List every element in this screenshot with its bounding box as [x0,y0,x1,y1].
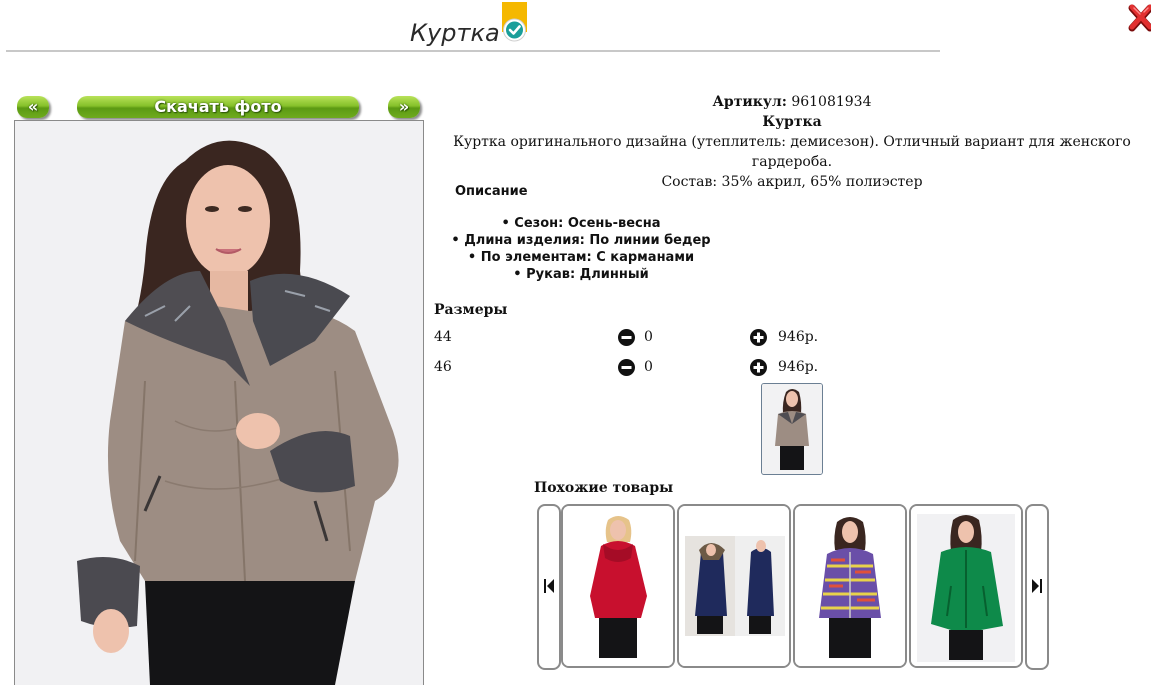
plus-circle-icon[interactable] [750,359,767,376]
quantity-value: 0 [644,359,653,375]
article-label: Артикул: [712,94,787,110]
article-value: 961081934 [791,94,872,110]
feature-text: Длина изделия: По линии бедер [464,233,711,248]
feature-text: Сезон: Осень-весна [514,216,661,231]
similar-product-card[interactable] [793,504,907,668]
download-photo-button[interactable]: Скачать фото [77,96,359,118]
description-title: Описание [455,184,528,199]
price-value: 946р. [778,329,819,345]
plus-circle-icon[interactable] [750,329,767,346]
feature-item: • Длина изделия: По линии бедер [451,233,711,248]
product-name-text: Куртка [762,114,822,130]
header-divider [6,50,940,52]
product-description: Куртка оригинального дизайна (утеплитель… [453,134,1131,170]
feature-item: • Сезон: Осень-весна [501,216,661,231]
similar-prev-button[interactable] [537,504,561,670]
article-line: Артикул: 961081934 [436,92,1148,112]
minus-circle-icon[interactable] [618,359,635,376]
size-row: 46 0 946р. [434,359,834,379]
similar-product-card[interactable] [677,504,791,668]
similar-product-image [563,506,673,666]
page-title: Куртка [410,19,500,47]
verified-badge-icon [502,2,527,42]
similar-products-title: Похожие товары [534,480,674,496]
feature-item: • По элементам: С карманами [467,250,695,265]
feature-list: • Сезон: Осень-весна • Длина изделия: По… [436,215,726,283]
product-name: Куртка [436,112,1148,132]
skip-back-icon [544,579,554,593]
product-photo [14,120,424,685]
close-icon[interactable] [1128,2,1151,32]
size-value: 46 [434,359,452,375]
skip-forward-icon [1032,579,1042,593]
similar-next-button[interactable] [1025,504,1049,670]
sizes-title: Размеры [434,302,508,318]
next-photo-button[interactable]: » [388,96,420,118]
product-composition: Состав: 35% акрил, 65% полиэстер [661,174,923,190]
similar-product-image [795,506,905,666]
similar-product-card[interactable] [909,504,1023,668]
feature-text: Рукав: Длинный [526,267,649,282]
similar-product-image [679,506,789,666]
feature-text: По элементам: С карманами [480,250,695,265]
quantity-value: 0 [644,329,653,345]
feature-item: • Рукав: Длинный [513,267,649,282]
price-value: 946р. [778,359,819,375]
prev-photo-button[interactable]: « [17,96,49,118]
similar-product-image [911,506,1021,666]
product-info: Артикул: 961081934 Куртка Куртка оригина… [436,92,1148,192]
size-value: 44 [434,329,452,345]
size-row: 44 0 946р. [434,329,834,349]
minus-circle-icon[interactable] [618,329,635,346]
product-thumbnail[interactable] [761,383,823,475]
similar-product-card[interactable] [561,504,675,668]
